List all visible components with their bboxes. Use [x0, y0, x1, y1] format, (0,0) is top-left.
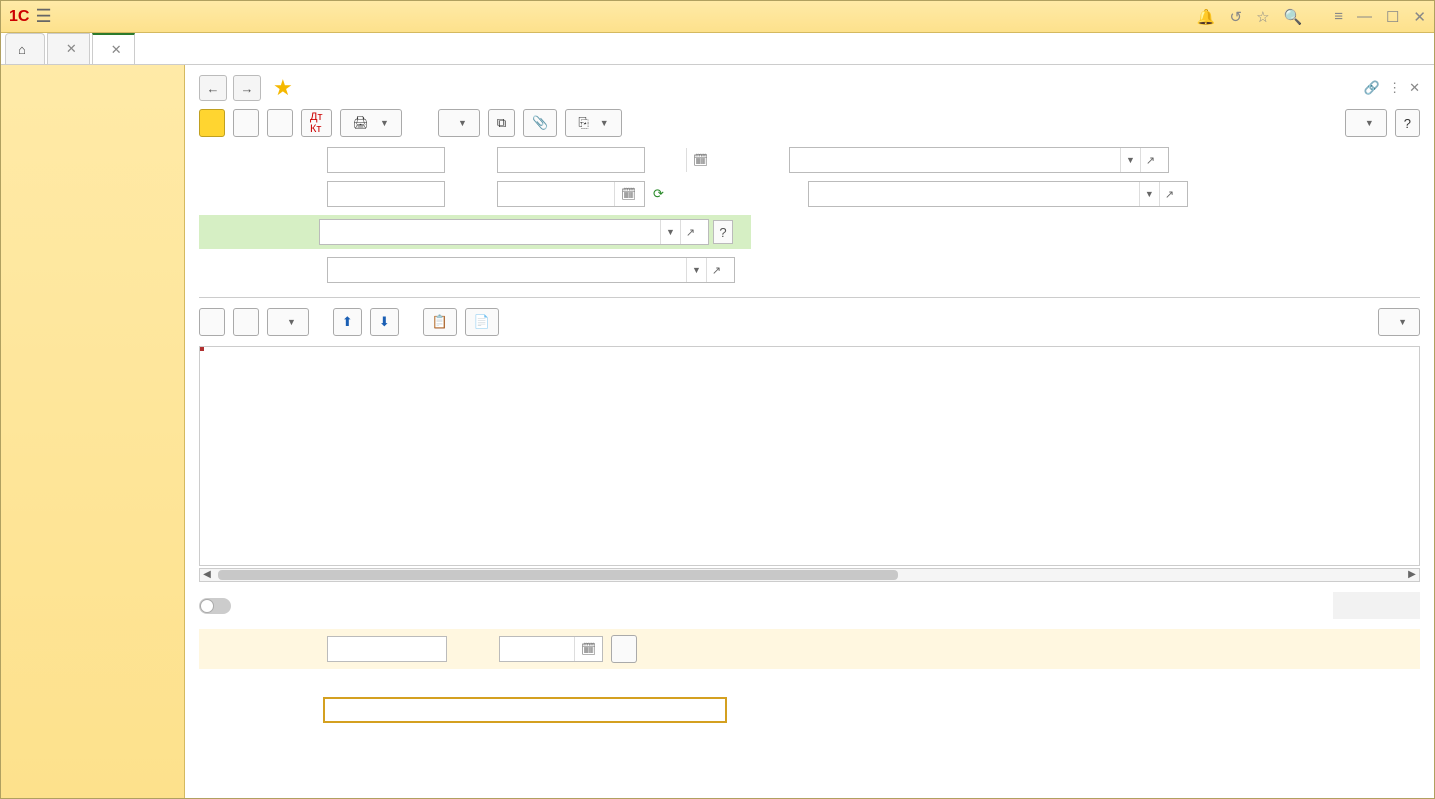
toggle-knob: [200, 599, 214, 613]
nav-forward-button[interactable]: →: [233, 75, 261, 101]
settings-icon[interactable]: ≡: [1334, 8, 1343, 25]
link-icon[interactable]: 🔗: [1364, 80, 1380, 96]
dogovor-input[interactable]: [328, 258, 686, 282]
nav-back-button[interactable]: ←: [199, 75, 227, 101]
nomer-input[interactable]: [328, 182, 516, 206]
pechat-button[interactable]: 🖨▼: [340, 109, 402, 137]
grid-scrollbar[interactable]: ◀ ▶: [199, 568, 1420, 582]
chevron-down-icon: ▼: [600, 118, 609, 128]
window-tabs: ⌂ ✕ ✕: [1, 33, 1434, 65]
edo-icon: ⎘: [578, 115, 588, 131]
scroll-left-icon[interactable]: ◀: [200, 569, 214, 581]
close-icon[interactable]: ✕: [1413, 8, 1426, 26]
chevron-down-icon: ▼: [380, 118, 389, 128]
tab-close-icon[interactable]: ✕: [66, 41, 77, 57]
provesti-zakryt-button[interactable]: [199, 109, 225, 137]
history-icon[interactable]: ↺: [1229, 8, 1242, 26]
more-vert-icon[interactable]: ⋮: [1388, 80, 1401, 96]
provesti-button[interactable]: [267, 109, 293, 137]
maximize-icon[interactable]: ☐: [1386, 8, 1399, 26]
sklad-input[interactable]: [809, 182, 1139, 206]
kontragent-input[interactable]: [320, 220, 660, 244]
minimize-icon[interactable]: ―: [1357, 8, 1372, 25]
chevron-down-icon[interactable]: ▼: [1120, 148, 1140, 172]
chevron-down-icon: ▼: [287, 317, 296, 327]
print-icon: 🖨: [353, 115, 370, 131]
sf-date-input[interactable]: [500, 637, 574, 661]
tree-icon: ⧉: [497, 115, 506, 131]
chevron-down-icon[interactable]: ▼: [660, 220, 680, 244]
chevron-down-icon: ▼: [458, 118, 467, 128]
chevron-down-icon: ▼: [1365, 118, 1374, 128]
sozdat-na-osnovanii-button[interactable]: ▼: [438, 109, 480, 137]
open-ext-icon[interactable]: ↗: [680, 220, 700, 244]
open-ext-icon[interactable]: ↗: [706, 258, 726, 282]
upd-toggle[interactable]: [199, 598, 231, 614]
panel-close-icon[interactable]: ✕: [1409, 80, 1420, 96]
nakladnaya-input[interactable]: [328, 148, 516, 172]
grid-esche-button[interactable]: ▼: [1378, 308, 1420, 336]
main-menu-icon[interactable]: ☰: [35, 6, 51, 27]
kontragent-help-button[interactable]: ?: [713, 220, 733, 244]
titlebar-actions: 🔔 ↺ ☆ 🔍 ≡ ― ☐ ✕: [1197, 8, 1426, 26]
home-icon: ⌂: [18, 42, 26, 57]
paperclip-icon: 📎: [532, 115, 548, 131]
zaregistrirovat-button[interactable]: [611, 635, 637, 663]
star-icon[interactable]: ☆: [1256, 8, 1269, 26]
zapolnit-button[interactable]: ▼: [267, 308, 309, 336]
totals-bar: [1333, 592, 1420, 619]
chevron-down-icon[interactable]: ▼: [686, 258, 706, 282]
app-logo: 1C: [9, 8, 29, 26]
dtkt-button[interactable]: ДтКт: [301, 109, 332, 137]
org-input[interactable]: [790, 148, 1120, 172]
tab-postuplenie-doc[interactable]: ✕: [92, 33, 135, 64]
structure-button[interactable]: ⧉: [488, 109, 515, 137]
search-icon[interactable]: 🔍: [1284, 8, 1303, 26]
open-ext-icon[interactable]: ↗: [1159, 182, 1179, 206]
attach-button[interactable]: 📎: [523, 109, 557, 137]
bell-icon[interactable]: 🔔: [1197, 8, 1216, 26]
tab-close-icon[interactable]: ✕: [111, 42, 122, 58]
titlebar: 1C ☰ 🔔 ↺ ☆ 🔍 ≡ ― ☐ ✕: [1, 1, 1434, 33]
comment-input[interactable]: [323, 697, 727, 723]
copy-button[interactable]: 📋: [423, 308, 457, 336]
nomer-datetime-input[interactable]: [498, 182, 614, 206]
calendar-icon[interactable]: 🗓: [574, 637, 602, 661]
nav-sidebar: [1, 65, 185, 798]
move-down-button[interactable]: ⬇: [370, 308, 399, 336]
move-up-button[interactable]: ⬆: [333, 308, 362, 336]
dtkt-icon: ДтКт: [310, 111, 323, 135]
dobavit-button[interactable]: [199, 308, 225, 336]
services-grid[interactable]: [199, 346, 1420, 566]
chevron-down-icon[interactable]: ▼: [1139, 182, 1159, 206]
paste-button[interactable]: 📄: [465, 308, 499, 336]
zapisat-button[interactable]: [233, 109, 259, 137]
refresh-icon[interactable]: ⟳: [653, 186, 664, 202]
sf-num-input[interactable]: [328, 637, 516, 661]
chevron-down-icon: ▼: [1398, 317, 1407, 327]
help-button[interactable]: ?: [1395, 109, 1420, 137]
calendar-icon[interactable]: 🗓: [614, 182, 642, 206]
scroll-thumb[interactable]: [218, 570, 898, 580]
scroll-right-icon[interactable]: ▶: [1405, 569, 1419, 581]
tab-postuplenie-oborudovaniya[interactable]: ✕: [47, 33, 90, 64]
edo-button[interactable]: ⎘▼: [565, 109, 621, 137]
podbor-button[interactable]: [233, 308, 259, 336]
esche-button[interactable]: ▼: [1345, 109, 1387, 137]
favorite-star-icon[interactable]: ★: [273, 75, 293, 101]
open-ext-icon[interactable]: ↗: [1140, 148, 1160, 172]
nakladnaya-date-input[interactable]: [498, 148, 686, 172]
tab-home[interactable]: ⌂: [5, 33, 45, 64]
